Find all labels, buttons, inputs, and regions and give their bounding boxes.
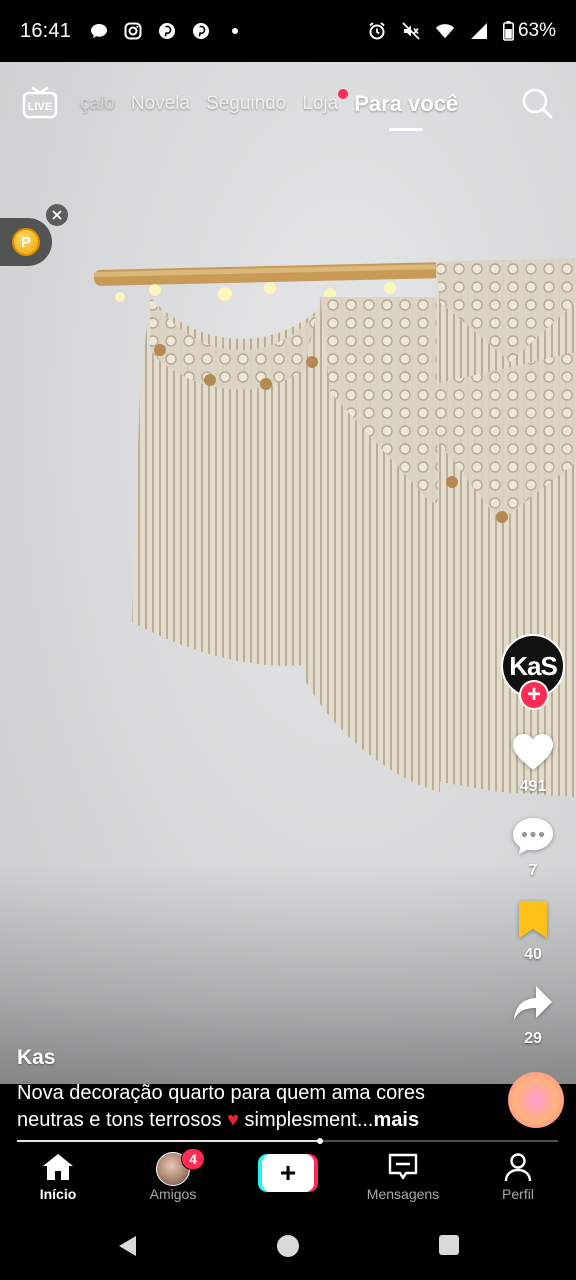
creator-name[interactable]: Kas (17, 1046, 56, 1070)
mute-icon (401, 21, 421, 41)
music-disc-icon[interactable] (508, 1072, 564, 1128)
share-arrow-icon (514, 986, 552, 1020)
close-icon[interactable] (46, 204, 68, 226)
more-notifications-dot-icon (225, 21, 245, 41)
red-heart-emoji-icon: ♥ (227, 1109, 239, 1131)
tab-loja-dot-badge (338, 89, 349, 99)
wifi-icon (435, 21, 455, 41)
back-icon[interactable] (116, 1234, 140, 1263)
profile-person-icon (504, 1153, 532, 1182)
tab-loja-label: Loja (302, 93, 339, 114)
home-circle-icon[interactable] (276, 1234, 300, 1263)
pinterest-icon (191, 21, 211, 41)
battery-icon (503, 21, 515, 41)
recents-square-icon[interactable] (438, 1234, 460, 1261)
video-caption[interactable]: Nova decoração quarto para quem ama core… (17, 1080, 497, 1134)
tab-novela[interactable]: Novela (131, 93, 190, 115)
battery-percent: 63% (517, 20, 556, 41)
video-progress-bar[interactable] (17, 1138, 558, 1144)
plus-icon: + (262, 1154, 314, 1192)
comment-count: 7 (528, 862, 538, 879)
top-nav: LIVE çalo Novela Seguindo Loja Para você (0, 62, 576, 146)
progress-fill (17, 1140, 320, 1142)
tab-para-voce[interactable]: Para você (354, 91, 458, 117)
like-action[interactable]: 491 (500, 732, 566, 796)
home-icon (43, 1154, 73, 1180)
heart-icon (513, 734, 553, 770)
nav-mensagens[interactable]: Mensagens (353, 1152, 453, 1202)
like-count: 491 (519, 778, 547, 795)
creator-avatar-wrap: KaS + (501, 634, 565, 710)
search-icon[interactable] (520, 86, 554, 120)
caption-tail: simplesment... (239, 1109, 374, 1131)
chat-bubble-icon (89, 21, 109, 41)
share-count: 29 (524, 1030, 542, 1047)
live-label: LIVE (28, 101, 52, 113)
nav-inicio-label: Início (39, 1186, 77, 1202)
comment-action[interactable]: 7 (500, 816, 566, 880)
status-right: 63% (367, 20, 556, 42)
nav-mensagens-label: Mensagens (366, 1186, 440, 1202)
battery-indicator: 63% (503, 20, 556, 42)
feed-tabs: çalo Novela Seguindo Loja Para você (80, 62, 458, 146)
coin-icon: P (12, 228, 40, 256)
nav-perfil-label: Perfil (502, 1186, 534, 1202)
status-bar: 16:41 63% (0, 0, 576, 62)
save-action[interactable]: 40 (500, 900, 566, 964)
status-time: 16:41 (20, 19, 72, 42)
signal-icon (469, 21, 489, 41)
system-navigation-bar (0, 1212, 576, 1280)
instagram-icon (123, 21, 143, 41)
tab-seguindo[interactable]: Seguindo (206, 93, 286, 115)
nav-perfil[interactable]: Perfil (468, 1152, 568, 1202)
friends-notification-badge: 4 (181, 1148, 205, 1170)
pinterest-icon (157, 21, 177, 41)
nav-inicio[interactable]: Início (8, 1152, 108, 1202)
tab-loja[interactable]: Loja (302, 89, 349, 115)
caption-more-link[interactable]: mais (373, 1109, 419, 1131)
video-bottom-shade (0, 864, 576, 1084)
save-count: 40 (524, 946, 542, 963)
live-icon[interactable]: LIVE (22, 84, 58, 120)
nav-amigos[interactable]: 4 Amigos (123, 1148, 223, 1202)
bookmark-icon (519, 901, 547, 938)
notification-icons (89, 21, 245, 41)
create-button[interactable]: + (258, 1154, 318, 1192)
comment-icon (513, 818, 553, 854)
inbox-message-icon (388, 1153, 418, 1180)
video-player[interactable] (0, 62, 576, 1084)
nav-amigos-label: Amigos (149, 1186, 197, 1202)
tab-calo[interactable]: çalo (80, 93, 115, 115)
share-action[interactable]: 29 (500, 984, 566, 1048)
coin-rewards-widget[interactable]: P (0, 218, 52, 266)
follow-button[interactable]: + (519, 680, 549, 710)
alarm-icon (367, 21, 387, 41)
bottom-nav: Início 4 Amigos + Mensagens Perfil (0, 1144, 576, 1212)
